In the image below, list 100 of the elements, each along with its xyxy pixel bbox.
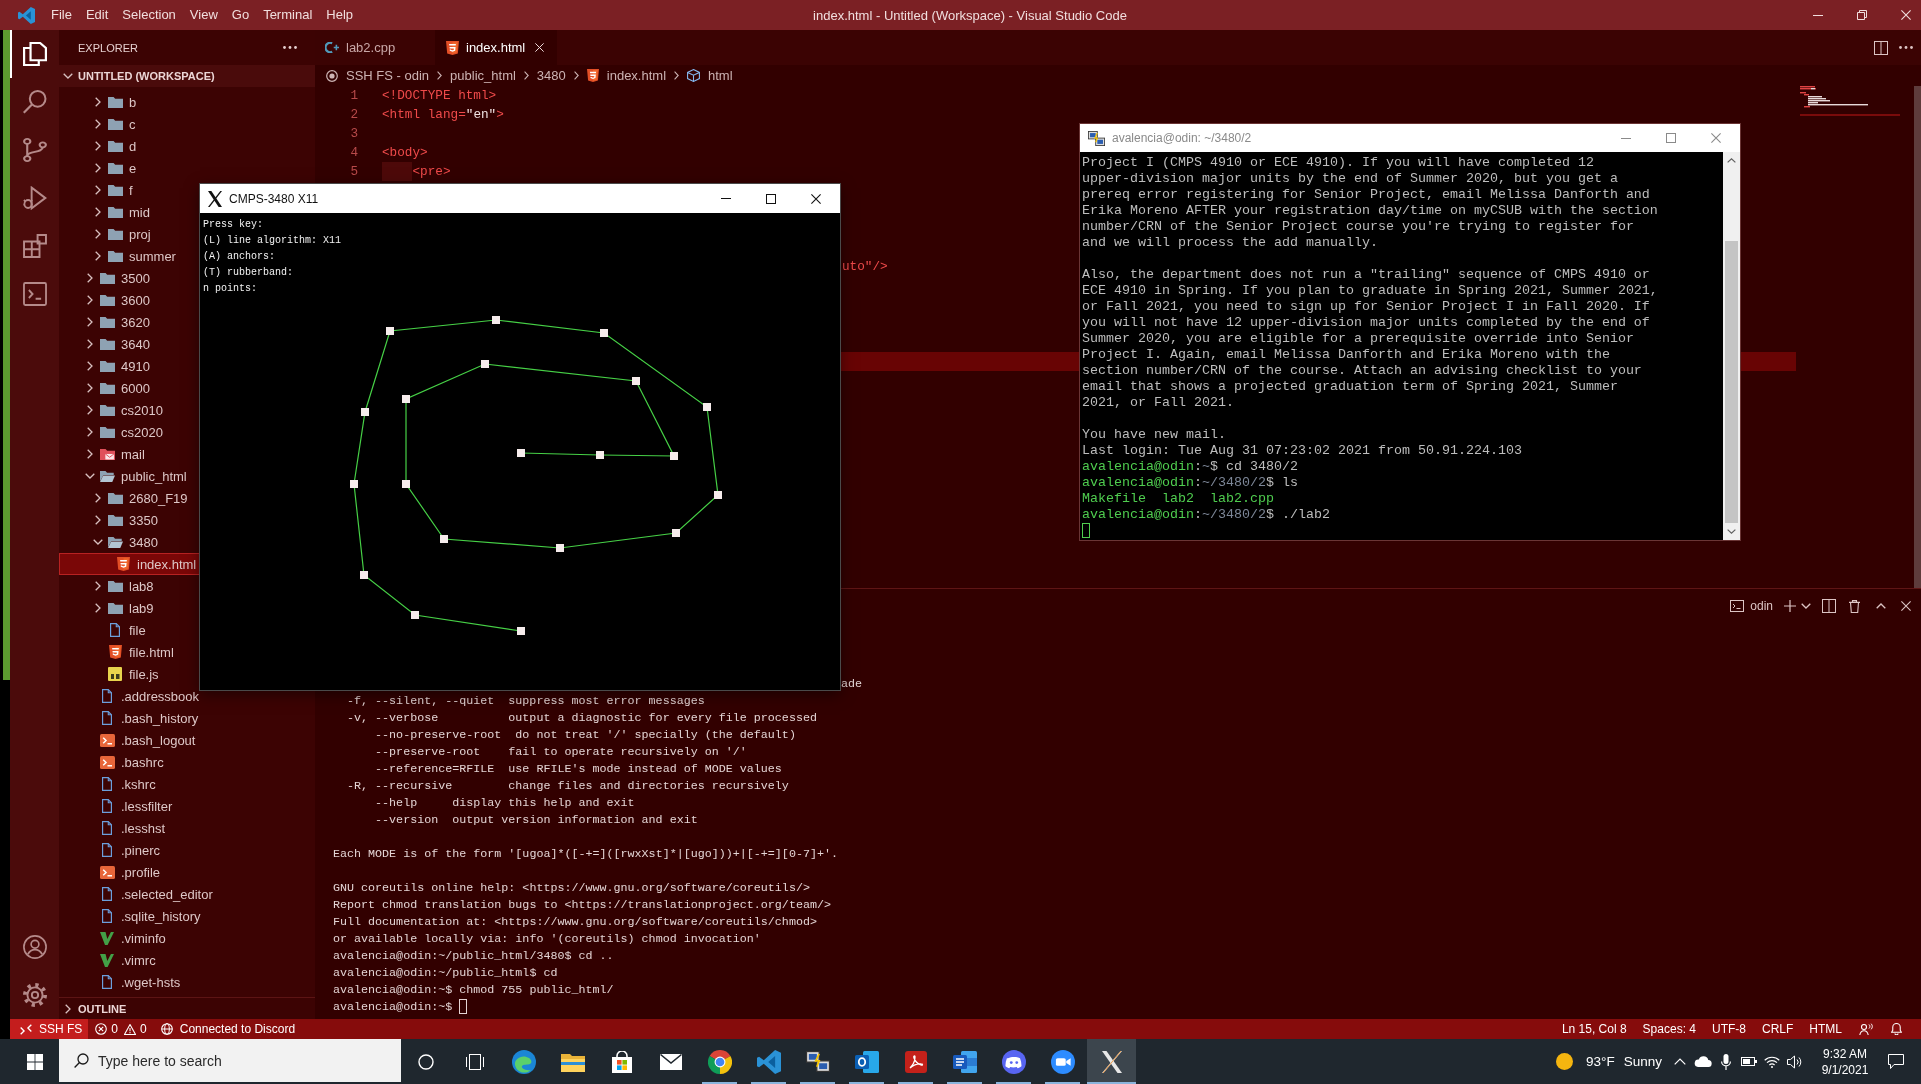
tree-item[interactable]: f xyxy=(59,179,200,201)
remote-indicator[interactable]: SSH FS xyxy=(10,1019,89,1039)
chevron-down-icon[interactable] xyxy=(1727,529,1736,534)
anchor-marker[interactable] xyxy=(632,377,640,385)
tree-item[interactable]: 3350 xyxy=(59,509,200,531)
anchor-marker[interactable] xyxy=(556,544,564,552)
more-icon[interactable] xyxy=(283,46,297,49)
tree-item[interactable]: .viminfo xyxy=(59,927,315,949)
breadcrumb-item[interactable]: public_html xyxy=(450,68,516,83)
anchor-marker[interactable] xyxy=(361,408,369,416)
anchor-marker[interactable] xyxy=(596,451,604,459)
maximize-icon[interactable] xyxy=(766,193,776,204)
search-field[interactable]: Type here to search xyxy=(59,1039,401,1082)
battery-icon[interactable] xyxy=(1740,1057,1757,1066)
anchor-marker[interactable] xyxy=(386,327,394,335)
tree-item[interactable]: b xyxy=(59,91,315,113)
anchor-marker[interactable] xyxy=(517,627,525,635)
four-panes-icon[interactable] xyxy=(26,1053,43,1070)
tree-item[interactable]: d xyxy=(59,135,315,157)
microphone-icon[interactable] xyxy=(1720,1053,1731,1070)
anchor-marker[interactable] xyxy=(440,535,448,543)
breadcrumb-item[interactable]: html xyxy=(687,68,733,83)
tree-item[interactable]: 6000 xyxy=(59,377,200,399)
tree-item[interactable]: .wget-hsts xyxy=(59,971,315,993)
tree-item[interactable]: .pinerc xyxy=(59,839,315,861)
anchor-marker[interactable] xyxy=(703,403,711,411)
trash-icon[interactable] xyxy=(1849,599,1860,613)
problems-indicator[interactable]: 0 0 xyxy=(88,1019,154,1039)
breadcrumb-item[interactable]: index.html xyxy=(586,68,667,83)
ring-icon[interactable] xyxy=(417,1053,434,1070)
tree-item[interactable]: .sqlite_history xyxy=(59,905,315,927)
tree-item[interactable]: cs2010 xyxy=(59,399,200,421)
notification-icon[interactable] xyxy=(1888,1054,1904,1069)
menu-item[interactable]: Terminal xyxy=(256,4,320,26)
tree-item[interactable]: proj xyxy=(59,223,200,245)
anchor-marker[interactable] xyxy=(402,480,410,488)
tree-item[interactable]: .profile xyxy=(59,861,315,883)
breadcrumb-item[interactable]: 3480 xyxy=(536,68,566,83)
discord-status[interactable]: Connected to Discord xyxy=(153,1019,303,1039)
tree-item[interactable]: .bash_logout xyxy=(59,729,315,751)
minimize-icon[interactable] xyxy=(1621,137,1631,139)
anchor-marker[interactable] xyxy=(672,529,680,537)
settings-icon[interactable] xyxy=(22,983,47,1007)
split-editor-icon[interactable] xyxy=(1874,40,1888,55)
tree-item[interactable]: cs2020 xyxy=(59,421,200,443)
menu-item[interactable]: Go xyxy=(224,4,257,26)
restore-icon[interactable] xyxy=(1857,10,1867,20)
status-item[interactable]: HTML xyxy=(1801,1019,1850,1039)
tree-item[interactable]: index.html xyxy=(59,553,200,575)
anchor-marker[interactable] xyxy=(492,316,500,324)
terminal-selector[interactable]: odin xyxy=(1730,599,1773,613)
status-item[interactable]: Ln 15, Col 8 xyxy=(1553,1019,1635,1039)
taskbar-app-button[interactable] xyxy=(1087,1039,1136,1084)
tree-item[interactable]: 3620 xyxy=(59,311,200,333)
scrollbar-thumb[interactable] xyxy=(1725,241,1738,523)
tree-item[interactable]: 3480 xyxy=(59,531,200,553)
tree-item[interactable]: .vimrc xyxy=(59,949,315,971)
menu-item[interactable]: Selection xyxy=(115,4,183,26)
split-terminal-icon[interactable] xyxy=(1822,599,1836,613)
tree-item[interactable]: 3640 xyxy=(59,333,200,355)
tree-item[interactable]: mail xyxy=(59,443,200,465)
wifi-icon[interactable] xyxy=(1763,1055,1780,1068)
tree-item[interactable]: 3500 xyxy=(59,267,200,289)
breadcrumb-item[interactable]: SSH FS - odin xyxy=(326,68,430,83)
tree-item[interactable]: lab9 xyxy=(59,597,200,619)
editor-tab[interactable]: index.html xyxy=(435,30,557,65)
menu-item[interactable]: File xyxy=(44,4,79,26)
tree-item[interactable]: 4910 xyxy=(59,355,200,377)
tree-item[interactable]: public_html xyxy=(59,465,200,487)
minimap-drawing[interactable] xyxy=(1800,86,1900,116)
anchor-marker[interactable] xyxy=(481,360,489,368)
minimize-icon[interactable] xyxy=(1813,14,1823,16)
tree-item[interactable]: .selected_editor xyxy=(59,883,315,905)
tree-item[interactable]: c xyxy=(59,113,315,135)
tree-item[interactable]: file.js xyxy=(59,663,200,685)
tree-item[interactable]: .kshrc xyxy=(59,773,315,795)
status-item[interactable]: Spaces: 4 xyxy=(1634,1019,1704,1039)
anchor-marker[interactable] xyxy=(350,480,358,488)
weather-widget[interactable]: 93°F Sunny xyxy=(1556,1053,1662,1070)
plus-icon[interactable] xyxy=(1784,600,1796,612)
cloud-icon[interactable] xyxy=(1693,1056,1712,1067)
menu-item[interactable]: Edit xyxy=(78,4,116,26)
tree-item[interactable]: .lessfilter xyxy=(59,795,315,817)
tree-item[interactable]: .bash_history xyxy=(59,707,315,729)
anchor-marker[interactable] xyxy=(714,491,722,499)
tree-item[interactable]: .lesshst xyxy=(59,817,315,839)
anchor-marker[interactable] xyxy=(670,452,678,460)
task-view-icon[interactable] xyxy=(465,1053,484,1070)
anchor-marker[interactable] xyxy=(411,611,419,619)
anchor-marker[interactable] xyxy=(360,571,368,579)
bell-icon[interactable] xyxy=(1891,1023,1902,1035)
tree-item[interactable]: 2680_F19 xyxy=(59,487,200,509)
tree-item[interactable]: lab8 xyxy=(59,575,200,597)
tree-item[interactable]: file xyxy=(59,619,200,641)
account-icon[interactable] xyxy=(22,935,47,959)
status-item[interactable]: UTF-8 xyxy=(1704,1019,1754,1039)
scrollbar-thumb[interactable] xyxy=(1914,86,1921,588)
clock[interactable]: 9:32 AM 9/1/2021 xyxy=(1810,1045,1880,1078)
tree-item[interactable]: .bashrc xyxy=(59,751,315,773)
anchor-marker[interactable] xyxy=(517,449,525,457)
